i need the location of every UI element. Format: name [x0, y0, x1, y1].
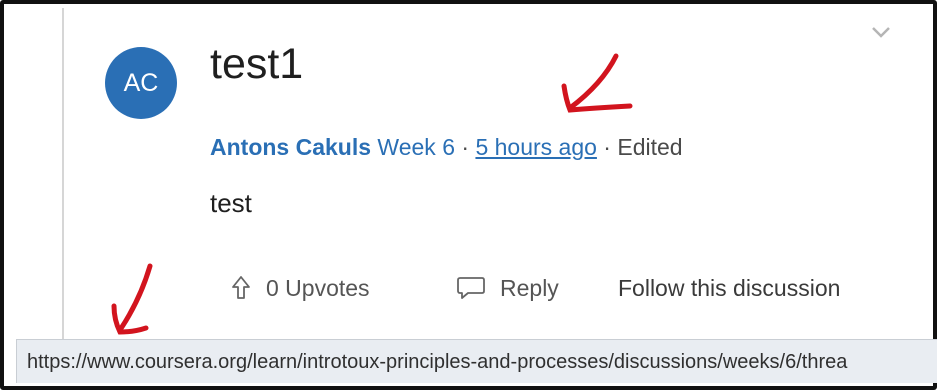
browser-status-bar-url: https://www.coursera.org/learn/introtoux… — [16, 339, 937, 383]
upvote-button[interactable]: 0 Upvotes — [230, 270, 370, 306]
post-meta: Antons Cakuls Week 6 · 5 hours ago · Edi… — [210, 134, 683, 161]
reply-button[interactable]: Reply — [456, 270, 559, 306]
meta-separator: · — [454, 134, 476, 160]
annotation-arrow-icon — [561, 53, 633, 113]
author-link[interactable]: Antons Cakuls — [210, 134, 371, 160]
avatar-initials: AC — [123, 68, 159, 97]
post-body: test — [210, 188, 252, 218]
avatar[interactable]: AC — [105, 47, 177, 119]
edited-label: Edited — [617, 134, 683, 160]
meta-separator: · — [596, 134, 618, 160]
screenshot-frame: AC test1 Antons Cakuls Week 6 · 5 hours … — [0, 0, 937, 390]
speech-bubble-icon — [457, 277, 485, 299]
follow-discussion-button[interactable]: Follow this discussion — [618, 270, 840, 306]
annotation-arrow-icon — [111, 263, 153, 335]
upvote-arrow-icon — [232, 276, 250, 299]
week-link[interactable]: Week 6 — [377, 134, 455, 160]
post-title: test1 — [210, 40, 304, 88]
upvote-label: 0 Upvotes — [266, 274, 370, 301]
reply-label: Reply — [500, 274, 559, 301]
timestamp-link[interactable]: 5 hours ago — [475, 134, 596, 160]
follow-label: Follow this discussion — [618, 274, 841, 301]
chevron-down-icon[interactable] — [870, 24, 892, 40]
